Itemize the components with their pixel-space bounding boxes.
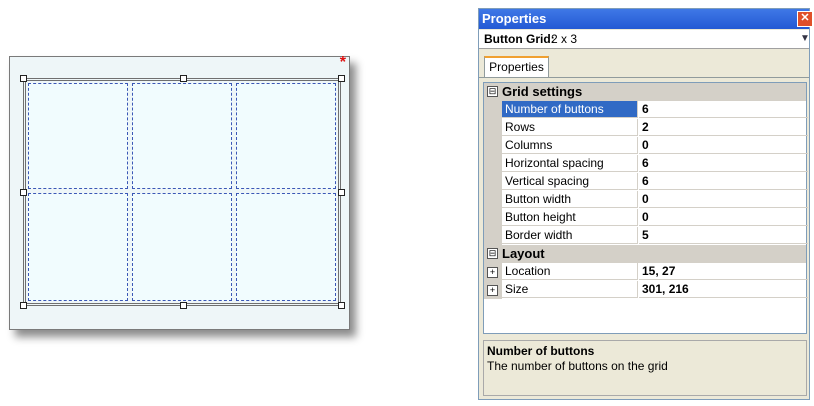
help-pane: Number of buttons The number of buttons …: [483, 340, 807, 396]
grid-button[interactable]: [28, 193, 128, 301]
property-name: Columns: [502, 137, 638, 154]
property-row[interactable]: Button width 0: [484, 191, 808, 209]
resize-handle[interactable]: [338, 302, 345, 309]
resize-handle[interactable]: [20, 189, 27, 196]
close-icon[interactable]: ✕: [797, 11, 813, 27]
tab-properties[interactable]: Properties: [484, 56, 549, 77]
selector-value: 2 x 3: [551, 32, 578, 46]
grid-button[interactable]: [132, 193, 232, 301]
resize-handle[interactable]: [338, 75, 345, 82]
expand-icon[interactable]: +: [487, 285, 498, 296]
category-label: Grid settings: [502, 84, 583, 99]
chevron-down-icon[interactable]: ▼: [798, 32, 812, 46]
grid-button[interactable]: [236, 83, 336, 189]
panel-titlebar[interactable]: Properties ✕: [479, 9, 813, 29]
button-grid[interactable]: [23, 78, 341, 306]
properties-panel: Properties ✕ Button Grid: 2 x 3 ▼ Proper…: [478, 8, 813, 400]
property-row[interactable]: Columns 0: [484, 137, 808, 155]
property-name: Button height: [502, 209, 638, 226]
property-row[interactable]: Number of buttons 6: [484, 101, 808, 119]
designer-canvas[interactable]: *: [9, 54, 350, 330]
property-row[interactable]: + Location 15, 27: [484, 263, 808, 281]
property-row[interactable]: Horizontal spacing 6: [484, 155, 808, 173]
property-value[interactable]: 6: [639, 155, 808, 172]
property-row[interactable]: Rows 2: [484, 119, 808, 137]
property-value[interactable]: 301, 216: [639, 281, 808, 298]
property-name: Size: [502, 281, 638, 298]
resize-handle[interactable]: [20, 302, 27, 309]
property-name: Vertical spacing: [502, 173, 638, 190]
category-layout[interactable]: ⊟ Layout: [484, 245, 806, 263]
property-value[interactable]: 0: [639, 209, 808, 226]
property-value[interactable]: 6: [639, 173, 808, 190]
property-name: Border width: [502, 227, 638, 244]
property-row[interactable]: + Size 301, 216: [484, 281, 808, 299]
expand-icon[interactable]: +: [487, 267, 498, 278]
property-row[interactable]: Vertical spacing 6: [484, 173, 808, 191]
property-value[interactable]: 15, 27: [639, 263, 808, 280]
property-row[interactable]: Button height 0: [484, 209, 808, 227]
property-value[interactable]: 5: [639, 227, 808, 244]
category-grid-settings[interactable]: ⊟ Grid settings: [484, 83, 806, 101]
property-value[interactable]: 2: [639, 119, 808, 136]
property-name: Button width: [502, 191, 638, 208]
required-marker: *: [339, 54, 346, 71]
selector-label: Button Grid:: [484, 32, 555, 46]
property-row[interactable]: Border width 5: [484, 227, 808, 245]
panel-title: Properties: [482, 11, 547, 26]
property-name: Number of buttons: [502, 101, 638, 118]
property-value[interactable]: 6: [639, 101, 808, 118]
property-name: Horizontal spacing: [502, 155, 638, 172]
property-name: Rows: [502, 119, 638, 136]
resize-handle[interactable]: [338, 189, 345, 196]
property-grid: ⊟ Grid settings Number of buttons 6 Rows…: [483, 82, 808, 334]
property-value[interactable]: 0: [639, 137, 808, 154]
resize-handle[interactable]: [180, 302, 187, 309]
property-name: Location: [502, 263, 638, 280]
grid-button[interactable]: [28, 83, 128, 189]
collapse-icon[interactable]: ⊟: [487, 86, 498, 97]
object-selector[interactable]: Button Grid: 2 x 3 ▼: [479, 30, 812, 49]
grid-button[interactable]: [236, 193, 336, 301]
grid-button[interactable]: [132, 83, 232, 189]
resize-handle[interactable]: [180, 75, 187, 82]
collapse-icon[interactable]: ⊟: [487, 248, 498, 259]
help-description: The number of buttons on the grid: [487, 359, 668, 373]
property-value[interactable]: 0: [639, 191, 808, 208]
tab-divider: [479, 77, 809, 78]
category-label: Layout: [502, 246, 545, 261]
help-title: Number of buttons: [487, 344, 595, 358]
resize-handle[interactable]: [20, 75, 27, 82]
